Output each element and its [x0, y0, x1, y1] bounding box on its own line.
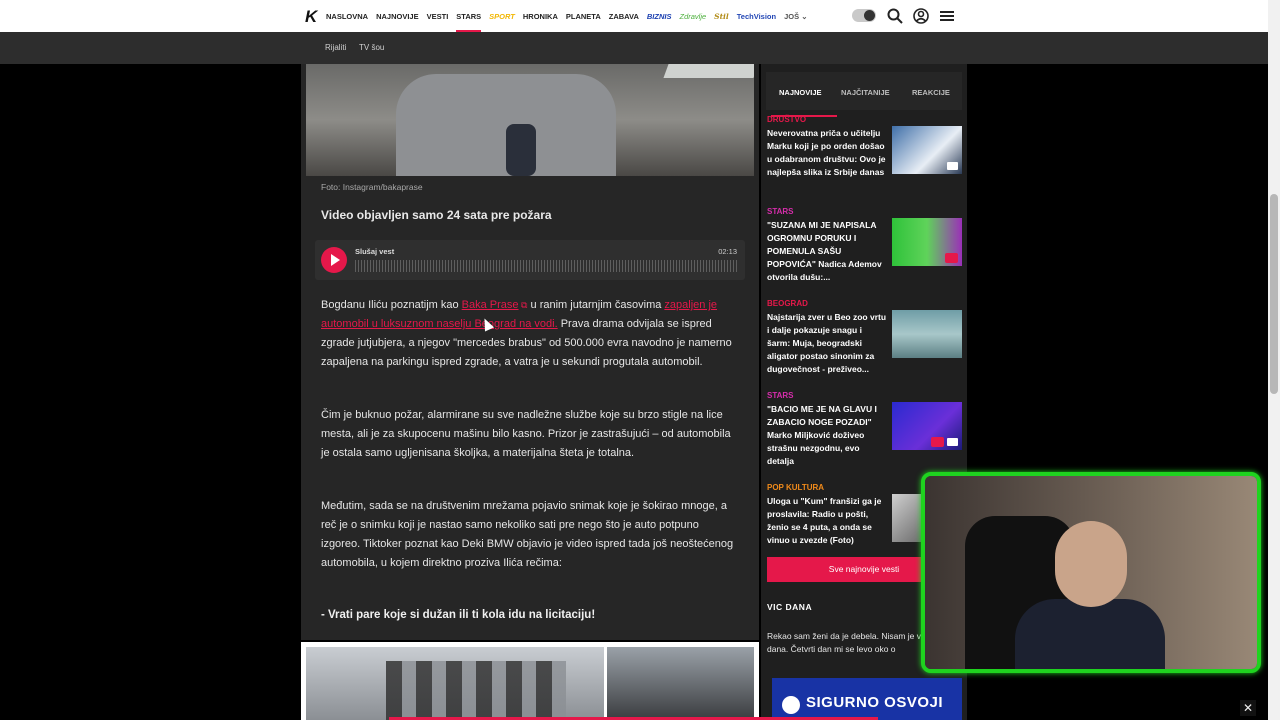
scrollbar-thumb[interactable] — [1270, 194, 1278, 394]
dark-mode-toggle[interactable] — [852, 9, 876, 22]
camera-icon — [947, 162, 958, 170]
article-body: Foto: Instagram/bakaprase Video objavlje… — [301, 64, 759, 640]
news-item[interactable]: DRUŠTVO Neverovatna priča o učitelju Mar… — [766, 115, 962, 203]
nav-item-sport[interactable]: SPORT — [489, 12, 515, 21]
paragraph-1: Bogdanu Iliću poznatijm kao Baka Prase ⧉… — [321, 299, 732, 368]
video-play-icon — [931, 437, 944, 447]
brand-logo-icon — [782, 696, 800, 714]
subnav-item-rijaliti[interactable]: Rijaliti — [325, 43, 346, 52]
gallery-image-building[interactable] — [306, 647, 604, 720]
page-scrollbar[interactable] — [1268, 0, 1280, 720]
player-title: Slušaj vest — [355, 247, 395, 256]
article-hero-image — [306, 64, 754, 176]
top-navigation: K NASLOVNA NAJNOVIJE VESTI STARS SPORT H… — [0, 0, 1280, 32]
news-category[interactable]: STARS — [767, 207, 794, 216]
nav-item-zdravlje[interactable]: Zdravlje — [679, 12, 706, 21]
news-thumbnail[interactable] — [892, 218, 962, 266]
photo-caption: Foto: Instagram/bakaprase — [321, 182, 423, 192]
chevron-down-icon: ⌄ — [801, 11, 808, 21]
paragraph-2: Čim je buknuo požar, alarmirane su sve n… — [321, 409, 731, 459]
news-category[interactable]: BEOGRAD — [767, 299, 808, 308]
article-gallery — [301, 642, 759, 720]
link-baka-prase[interactable]: Baka Prase — [462, 299, 519, 311]
tab-reakcije[interactable]: REAKCIJE — [912, 88, 950, 97]
search-icon[interactable] — [886, 7, 904, 25]
streamer-video — [1015, 521, 1165, 669]
news-title[interactable]: Najstarija zver u Beo zoo vrtu i dalje p… — [767, 311, 887, 376]
nav-item-stars[interactable]: STARS — [456, 12, 481, 32]
news-title[interactable]: "BACIO ME JE NA GLAVU I ZABACIO NOGE POZ… — [767, 403, 887, 468]
subnav-item-tv-sou[interactable]: TV šou — [359, 43, 384, 52]
sub-navigation: Rijaliti TV šou — [0, 32, 1268, 64]
news-thumbnail[interactable] — [892, 310, 962, 358]
gallery-image-burned-car[interactable] — [607, 647, 754, 720]
news-category[interactable]: STARS — [767, 391, 794, 400]
nav-item-najnovije[interactable]: NAJNOVIJE — [376, 12, 419, 21]
audio-player: Slušaj vest 02:13 — [315, 240, 745, 280]
player-duration: 02:13 — [718, 247, 737, 256]
news-thumbnail[interactable] — [892, 126, 962, 174]
nav-item-zabava[interactable]: ZABAVA — [609, 12, 639, 21]
main-menu: NASLOVNA NAJNOVIJE VESTI STARS SPORT HRO… — [326, 0, 808, 32]
sidebar-tabs: NAJNOVIJE NAJČITANIJE REAKCIJE — [766, 72, 962, 117]
news-title[interactable]: Uloga u "Kum" franšizi ga je proslavila:… — [767, 495, 887, 547]
tab-najnovije[interactable]: NAJNOVIJE — [779, 88, 822, 97]
news-category[interactable]: DRUŠTVO — [767, 115, 806, 124]
nav-item-vesti[interactable]: VESTI — [427, 12, 449, 21]
nav-item-naslovna[interactable]: NASLOVNA — [326, 12, 368, 21]
site-logo[interactable]: K — [305, 7, 317, 27]
ad-text: SIGURNO OSVOJI — [806, 694, 944, 711]
nav-item-jos[interactable]: JOŠ ⌄ — [784, 12, 807, 21]
webcam-overlay — [921, 472, 1261, 673]
paragraph-3: Međutim, sada se na društvenim mrežama p… — [321, 500, 734, 569]
tab-najcitanije[interactable]: NAJČITANIJE — [841, 88, 890, 97]
user-icon[interactable] — [912, 7, 930, 25]
news-item[interactable]: STARS "SUZANA MI JE NAPISALA OGROMNU POR… — [766, 207, 962, 295]
nav-item-hronika[interactable]: HRONIKA — [523, 12, 558, 21]
news-title[interactable]: Neverovatna priča o učitelju Marku koji … — [767, 127, 887, 179]
camera-icon — [947, 438, 958, 446]
news-item[interactable]: STARS "BACIO ME JE NA GLAVU I ZABACIO NO… — [766, 391, 962, 479]
news-category[interactable]: POP KULTURA — [767, 483, 824, 492]
nav-item-techvision[interactable]: TechVision — [737, 12, 776, 21]
video-play-icon — [945, 253, 958, 263]
joke-heading: VIC DANA — [767, 602, 813, 612]
nav-item-biznis[interactable]: BIZNIS — [647, 12, 672, 21]
article-quote: - Vrati pare koje si dužan ili ti kola i… — [321, 609, 596, 621]
play-button[interactable] — [321, 247, 347, 273]
nav-item-planeta[interactable]: PLANETA — [566, 12, 601, 21]
advertisement-banner[interactable]: SIGURNO OSVOJI — [772, 678, 962, 720]
news-thumbnail[interactable] — [892, 402, 962, 450]
audio-waveform[interactable] — [355, 260, 739, 272]
article-subheading: Video objavljen samo 24 sata pre požara — [321, 208, 552, 222]
hamburger-menu-icon[interactable] — [938, 7, 956, 25]
news-title[interactable]: "SUZANA MI JE NAPISALA OGROMNU PORUKU I … — [767, 219, 887, 284]
nav-item-stil[interactable]: Stil — [714, 12, 729, 21]
news-item[interactable]: BEOGRAD Najstarija zver u Beo zoo vrtu i… — [766, 299, 962, 387]
close-icon[interactable]: ✕ — [1240, 700, 1256, 716]
